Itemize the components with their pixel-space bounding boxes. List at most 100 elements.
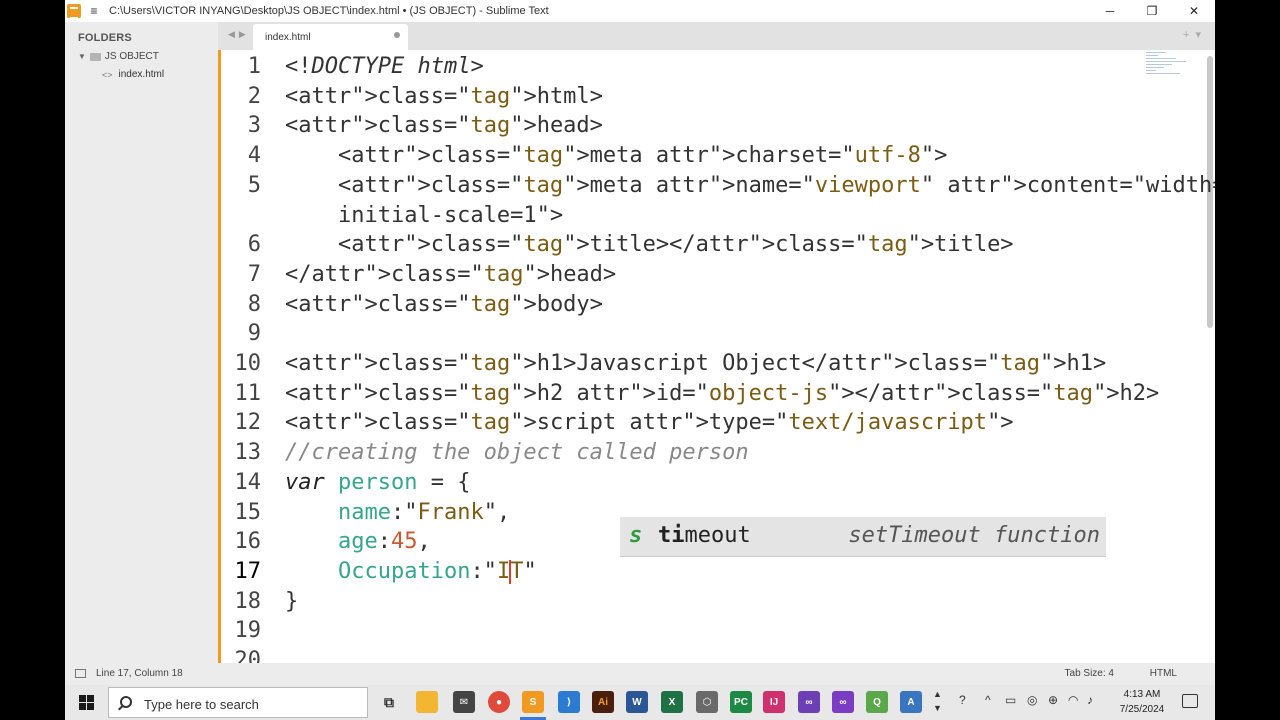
notification-icon[interactable] [1182, 694, 1198, 708]
maximize-button[interactable]: ❐ [1131, 0, 1173, 22]
volume-icon[interactable]: ♪ [1087, 693, 1093, 707]
visual-studio-alt-icon[interactable]: ∞ [832, 691, 854, 713]
taskbar-search[interactable]: Type here to search [108, 687, 368, 718]
line-code[interactable]: var person = { [285, 468, 470, 498]
line-number: 11 [234, 380, 262, 406]
code-line[interactable]: 8 <attr">class="tag">body> [218, 290, 1208, 320]
line-number: 3 [247, 113, 261, 139]
code-line[interactable]: 4 <attr">class="tag">meta attr">charset=… [218, 141, 1208, 171]
word-icon[interactable]: W [626, 691, 648, 713]
tab-bar: ◀▶ index.html +▾ [218, 22, 1215, 50]
code-line[interactable]: 9 [218, 319, 1208, 349]
code-line[interactable]: 2 <attr">class="tag">html> [218, 82, 1208, 112]
autocomplete-trigger[interactable]: timeout [658, 523, 751, 548]
intellij-icon[interactable]: IJ [763, 691, 785, 713]
code-file-icon: <> [102, 69, 113, 80]
line-number: 15 [234, 499, 262, 525]
folder-item[interactable]: ▼ JS OBJECT [78, 51, 159, 62]
line-code[interactable]: name:"Frank", [285, 498, 510, 528]
expand-arrow-icon[interactable]: ▼ [78, 52, 86, 61]
network-icon[interactable]: ◎ [1027, 693, 1037, 707]
trigger-match: ti [658, 523, 685, 548]
code-line[interactable]: initial-scale=1"> [218, 201, 1208, 231]
windows-start-icon[interactable] [79, 695, 94, 710]
wifi-icon[interactable]: ◠ [1068, 693, 1078, 707]
line-code[interactable]: <attr">class="tag">title></attr">class="… [285, 230, 1014, 260]
line-number: 20 [234, 648, 262, 663]
vscode-icon[interactable]: ⟩ [558, 691, 580, 713]
close-button[interactable]: ✕ [1173, 0, 1215, 22]
sublime-taskbar-icon[interactable]: S [522, 691, 544, 713]
scroll-arrows-icon[interactable]: ▲ ▼ [933, 687, 942, 715]
line-code[interactable]: <attr">class="tag">script attr">type="te… [285, 408, 1014, 438]
title-bar: ≡ C:\Users\VICTOR INYANG\Desktop\JS OBJE… [65, 0, 1215, 22]
help-icon[interactable]: ? [959, 693, 966, 707]
line-code[interactable]: <attr">class="tag">meta attr">charset="u… [285, 141, 947, 171]
code-line[interactable]: 7 </attr">class="tag">head> [218, 260, 1208, 290]
illustrator-icon[interactable]: Ai [592, 691, 614, 713]
code-line[interactable]: 6 <attr">class="tag">title></attr">class… [218, 230, 1208, 260]
line-number: 16 [234, 529, 262, 555]
line-number: 10 [234, 351, 262, 376]
show-hidden-icons[interactable]: ^ [985, 693, 991, 707]
code-line[interactable]: 18} [218, 587, 1208, 617]
code-line[interactable]: 14 var person = { [218, 468, 1208, 498]
status-bar: Line 17, Column 18 Tab Size: 4 HTML [65, 663, 1215, 685]
code-line[interactable]: 11 <attr">class="tag">h2 attr">id="object… [218, 379, 1208, 409]
app-hex-icon[interactable]: ⬡ [696, 691, 718, 713]
android-studio-icon[interactable]: A [900, 691, 922, 713]
autocomplete-description: setTimeout function [848, 523, 1100, 548]
code-line[interactable]: 10 <attr">class="tag">h1>Javascript Objec… [218, 349, 1208, 379]
file-explorer-icon[interactable] [416, 691, 438, 713]
modified-dot-icon[interactable] [394, 32, 400, 38]
line-code[interactable]: <!DOCTYPE html> [285, 52, 484, 82]
line-code[interactable]: //creating the object called person [285, 438, 749, 468]
code-line[interactable]: 20 [218, 646, 1208, 663]
minimize-button[interactable]: ─ [1089, 0, 1131, 22]
tab-nav-arrows-icon[interactable]: ◀▶ [228, 29, 250, 40]
syntax-selector[interactable]: HTML [1150, 668, 1177, 679]
line-code[interactable]: <attr">class="tag">h1>Javascript Object<… [285, 349, 1106, 379]
visual-studio-icon[interactable]: ∞ [798, 691, 820, 713]
panel-toggle-icon[interactable] [75, 669, 86, 678]
battery-icon[interactable]: ▭ [1005, 693, 1016, 707]
line-code[interactable]: <attr">class="tag">meta attr">name="view… [285, 171, 1215, 201]
hamburger-menu-icon[interactable]: ≡ [87, 4, 101, 18]
task-view-icon[interactable]: ⧉ [378, 691, 400, 713]
line-code[interactable]: <attr">class="tag">html> [285, 82, 603, 112]
line-code[interactable]: <attr">class="tag">body> [285, 290, 603, 320]
excel-icon[interactable]: X [661, 691, 683, 713]
clock[interactable]: 4:13 AM 7/25/2024 [1107, 687, 1177, 717]
code-line[interactable]: 13 //creating the object called person [218, 438, 1208, 468]
search-input[interactable]: Type here to search [144, 697, 259, 712]
tab-index-html[interactable]: index.html [253, 24, 408, 50]
new-tab-icon[interactable]: +▾ [1183, 28, 1207, 41]
code-line[interactable]: 19 [218, 616, 1208, 646]
chrome-icon[interactable]: ● [488, 691, 510, 713]
line-code[interactable]: } [285, 587, 298, 617]
file-item[interactable]: <> index.html [102, 69, 164, 80]
mail-icon[interactable]: ✉ [453, 691, 475, 713]
code-line[interactable]: 12 <attr">class="tag">script attr">type="… [218, 408, 1208, 438]
line-code[interactable]: initial-scale=1"> [285, 201, 563, 231]
qt-icon[interactable]: Q [866, 691, 888, 713]
line-code[interactable]: <attr">class="tag">head> [285, 111, 603, 141]
line-code[interactable]: </attr">class="tag">head> [285, 260, 616, 290]
line-code[interactable]: age:45, [285, 527, 431, 557]
autocomplete-popup[interactable]: s timeout setTimeout function [620, 517, 1106, 557]
code-line[interactable]: 1 <!DOCTYPE html> [218, 52, 1208, 82]
code-line[interactable]: 5 <attr">class="tag">meta attr">name="vi… [218, 171, 1215, 201]
tab-size-selector[interactable]: Tab Size: 4 [1065, 668, 1114, 679]
code-editor[interactable]: 1 <!DOCTYPE html> 2 <attr">class="tag">html… [218, 50, 1215, 663]
code-line[interactable]: 17 Occupation:"IT" [218, 557, 1208, 587]
folders-heading: FOLDERS [78, 32, 132, 44]
snippet-kind-icon: s [629, 523, 643, 548]
windows-taskbar: Type here to search ⧉ ✉ ● S ⟩ Ai W X ⬡ P… [65, 685, 1215, 720]
line-number: 4 [247, 143, 261, 169]
pycharm-icon[interactable]: PC [730, 691, 752, 713]
line-code[interactable]: Occupation:"IT" [285, 557, 537, 587]
sublime-window: ≡ C:\Users\VICTOR INYANG\Desktop\JS OBJE… [65, 0, 1215, 720]
globe-icon[interactable]: ⊕ [1048, 693, 1058, 707]
line-code[interactable]: <attr">class="tag">h2 attr">id="object-j… [285, 379, 1159, 409]
code-line[interactable]: 3 <attr">class="tag">head> [218, 111, 1208, 141]
